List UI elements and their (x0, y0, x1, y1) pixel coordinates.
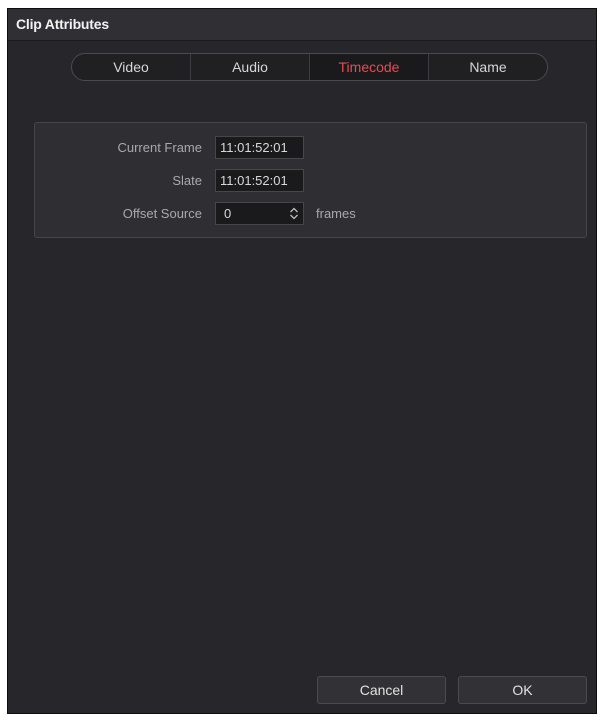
slate-field[interactable]: 11:01:52:01 (215, 169, 304, 192)
title-bar: Clip Attributes (8, 9, 596, 41)
slate-label: Slate (172, 173, 202, 188)
clip-attributes-dialog: Clip Attributes Video Audio Timecode Nam… (7, 8, 597, 714)
timecode-panel: Current Frame 11:01:52:01 Slate 11:01:52… (34, 122, 587, 238)
offset-source-label: Offset Source (122, 206, 202, 221)
current-frame-label: Current Frame (117, 140, 202, 155)
tab-bar: Video Audio Timecode Name (71, 53, 548, 81)
dialog-title: Clip Attributes (16, 16, 109, 32)
frames-unit-label: frames (316, 206, 356, 221)
cancel-button[interactable]: Cancel (317, 676, 446, 704)
offset-source-stepper[interactable]: 0 (215, 202, 304, 225)
tab-audio[interactable]: Audio (191, 54, 310, 80)
ok-button[interactable]: OK (458, 676, 587, 704)
offset-source-value: 0 (224, 206, 232, 221)
tab-name[interactable]: Name (429, 54, 547, 80)
tab-timecode[interactable]: Timecode (310, 54, 429, 80)
current-frame-field[interactable]: 11:01:52:01 (215, 136, 304, 159)
tab-video[interactable]: Video (72, 54, 191, 80)
up-down-chevron-icon[interactable] (289, 206, 299, 221)
